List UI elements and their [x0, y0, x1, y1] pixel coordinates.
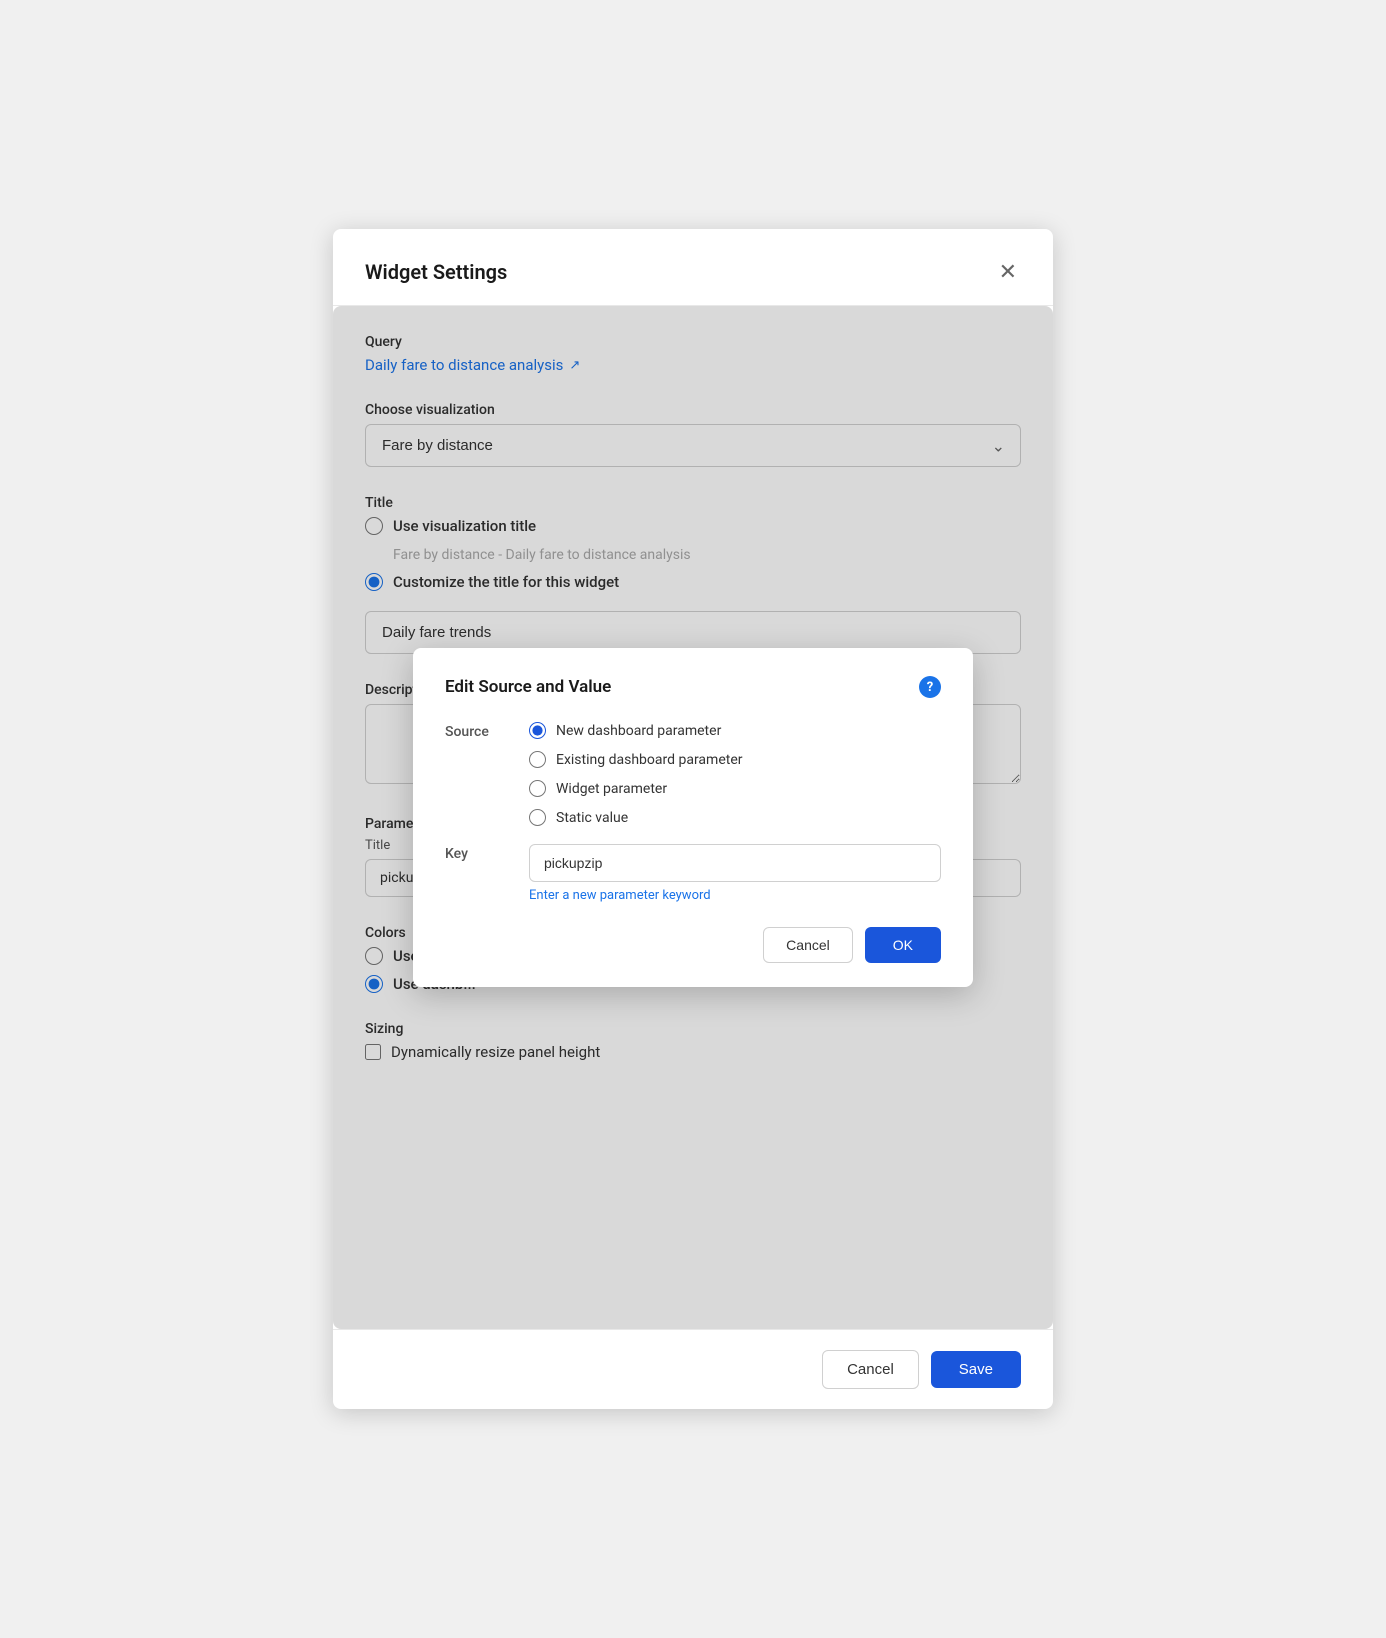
widget-parameter-label: Widget parameter — [556, 781, 667, 797]
key-label: Key — [445, 844, 505, 862]
cancel-button[interactable]: Cancel — [822, 1350, 919, 1389]
modal-footer: Cancel Save — [333, 1329, 1053, 1409]
close-button[interactable]: ✕ — [995, 257, 1021, 287]
key-content: Enter a new parameter keyword — [529, 844, 941, 903]
inner-dialog-header: Edit Source and Value ? — [445, 676, 941, 698]
widget-parameter-radio[interactable] — [529, 780, 546, 797]
source-row: Source New dashboard parameter Existing … — [445, 722, 941, 826]
static-value-radio[interactable] — [529, 809, 546, 826]
existing-dashboard-param-radio[interactable] — [529, 751, 546, 768]
inner-cancel-button[interactable]: Cancel — [763, 927, 853, 963]
edit-source-dialog: Edit Source and Value ? Source New dashb… — [413, 648, 973, 987]
key-hint: Enter a new parameter keyword — [529, 888, 941, 903]
source-label: Source — [445, 722, 505, 740]
widget-parameter-option[interactable]: Widget parameter — [529, 780, 941, 797]
inner-ok-button[interactable]: OK — [865, 927, 941, 963]
save-button[interactable]: Save — [931, 1351, 1021, 1388]
new-dashboard-param-option[interactable]: New dashboard parameter — [529, 722, 941, 739]
existing-dashboard-param-label: Existing dashboard parameter — [556, 752, 742, 768]
overlay: Edit Source and Value ? Source New dashb… — [333, 306, 1053, 1329]
help-icon[interactable]: ? — [919, 676, 941, 698]
new-dashboard-param-radio[interactable] — [529, 722, 546, 739]
static-value-label: Static value — [556, 810, 628, 826]
modal-header: Widget Settings ✕ — [333, 229, 1053, 306]
inner-dialog-footer: Cancel OK — [445, 927, 941, 963]
new-dashboard-param-label: New dashboard parameter — [556, 723, 721, 739]
modal-title: Widget Settings — [365, 260, 507, 284]
inner-dialog-title: Edit Source and Value — [445, 677, 611, 697]
static-value-option[interactable]: Static value — [529, 809, 941, 826]
key-row: Key Enter a new parameter keyword — [445, 844, 941, 903]
key-input[interactable] — [529, 844, 941, 882]
source-radio-group: New dashboard parameter Existing dashboa… — [529, 722, 941, 826]
existing-dashboard-param-option[interactable]: Existing dashboard parameter — [529, 751, 941, 768]
modal-body: Query Daily fare to distance analysis ↗ … — [333, 306, 1053, 1329]
source-options: New dashboard parameter Existing dashboa… — [529, 722, 941, 826]
widget-settings-modal: Widget Settings ✕ Query Daily fare to di… — [333, 229, 1053, 1409]
